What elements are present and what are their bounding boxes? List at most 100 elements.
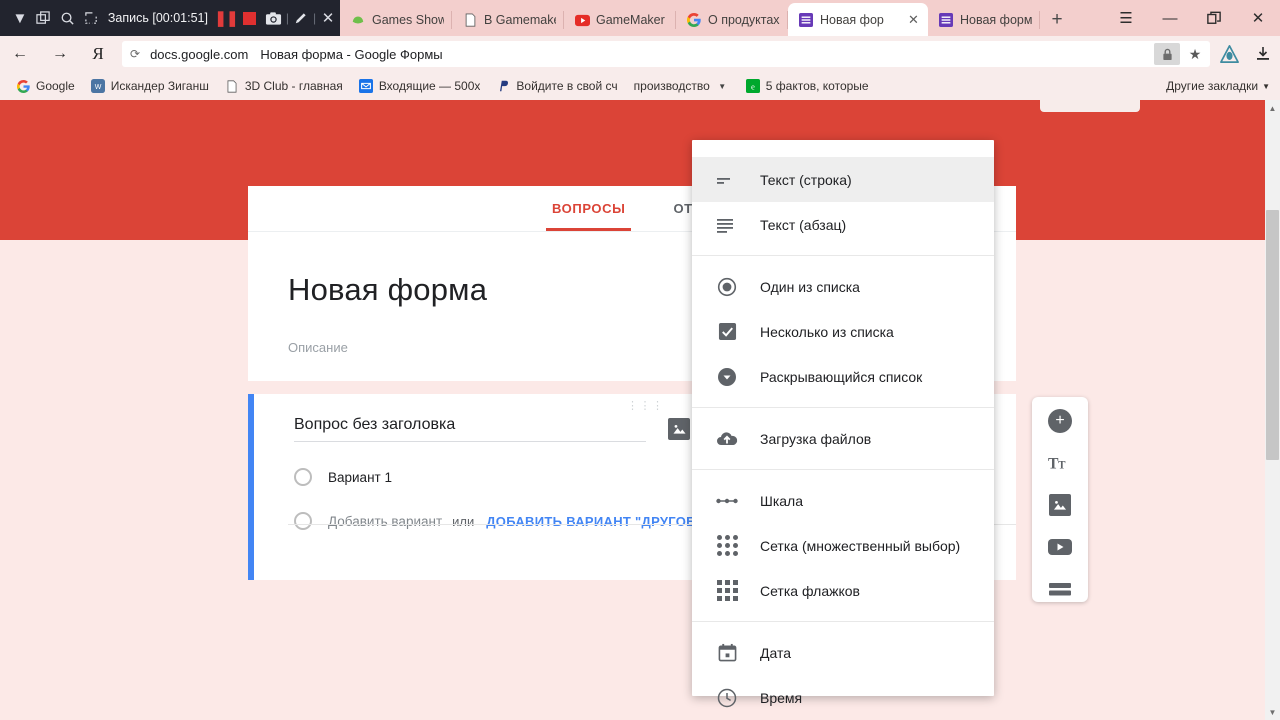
radio-button-icon[interactable]: [294, 512, 312, 530]
window-icon[interactable]: [32, 3, 56, 33]
reload-icon[interactable]: ⟳: [130, 47, 140, 61]
menu-item-date[interactable]: Дата: [692, 630, 994, 675]
menu-item-file-upload[interactable]: Загрузка файлов: [692, 416, 994, 461]
bookmark-item[interactable]: производство ▼: [626, 75, 738, 97]
document-icon: [225, 79, 240, 94]
add-section-button[interactable]: [1047, 577, 1073, 602]
menu-item-paragraph-text[interactable]: Текст (абзац): [692, 202, 994, 247]
close-icon[interactable]: ✕: [316, 3, 340, 33]
bookmark-item[interactable]: e 5 фактов, которые: [738, 75, 877, 97]
scroll-up-arrow-icon[interactable]: ▲: [1265, 100, 1280, 116]
address-bar-actions: ★: [1154, 41, 1210, 67]
bookmark-label: Искандер Зиганш: [111, 79, 209, 93]
bookmark-item[interactable]: 3D Club - главная: [217, 75, 351, 97]
download-icon[interactable]: [1246, 36, 1280, 72]
add-option-input[interactable]: Добавить вариант: [328, 514, 442, 529]
bookmark-item[interactable]: Войдите в свой сч: [488, 75, 625, 97]
linear-scale-icon: [716, 490, 738, 512]
cloud-upload-icon: [716, 428, 738, 450]
vertical-scrollbar[interactable]: ▲ ▼: [1265, 100, 1280, 720]
other-bookmarks-button[interactable]: Другие закладки ▼: [1166, 79, 1280, 93]
minimize-icon[interactable]: ―: [1148, 0, 1192, 36]
radio-grid-icon: [716, 535, 738, 557]
browser-tab[interactable]: Новая форма: [928, 4, 1040, 36]
camera-icon[interactable]: [262, 3, 286, 33]
dropdown-icon: [716, 366, 738, 388]
add-question-button[interactable]: +: [1047, 408, 1073, 433]
menu-item-time[interactable]: Время: [692, 675, 994, 720]
clock-icon: [716, 687, 738, 709]
browser-tab[interactable]: GameMaker S: [564, 4, 676, 36]
browser-tab-label: В Gamemake: [484, 13, 556, 27]
new-tab-button[interactable]: +: [1040, 4, 1074, 36]
menu-item-label: Текст (абзац): [760, 217, 846, 233]
lock-icon[interactable]: [1154, 43, 1180, 65]
menu-group-datetime: Дата Время: [692, 621, 994, 720]
close-window-icon[interactable]: ✕: [1236, 0, 1280, 36]
address-host: docs.google.com: [150, 47, 248, 62]
evernote-icon: e: [746, 79, 761, 94]
browser-tab[interactable]: О продуктах: [676, 4, 788, 36]
send-form-button[interactable]: [1040, 100, 1140, 112]
bookmark-item[interactable]: Входящие — 500х: [351, 75, 489, 97]
menu-item-checkboxes[interactable]: Несколько из списка: [692, 309, 994, 354]
add-image-button[interactable]: [1047, 492, 1073, 517]
menu-group-choice: Один из списка Несколько из списка Раскр…: [692, 255, 994, 407]
menu-item-multiple-choice[interactable]: Один из списка: [692, 264, 994, 309]
chevron-down-icon: ▼: [715, 79, 730, 94]
menu-item-checkbox-grid[interactable]: Сетка флажков: [692, 568, 994, 613]
bookmark-item[interactable]: Google: [8, 75, 83, 97]
browser-toolbar: ← → Я ⟳ docs.google.com Новая форма - Go…: [0, 36, 1280, 72]
menu-item-label: Текст (строка): [760, 172, 852, 188]
forward-button[interactable]: →: [40, 36, 80, 72]
menu-item-short-text[interactable]: Текст (строка): [692, 157, 994, 202]
radio-button-icon: [716, 276, 738, 298]
menu-item-linear-scale[interactable]: Шкала: [692, 478, 994, 523]
tab-strip: ▼ Запись [00:01:51] ❚❚ | | ✕: [0, 0, 1280, 36]
chevron-down-icon[interactable]: ▼: [8, 3, 32, 33]
address-page-title: Новая форма - Google Формы: [260, 47, 442, 62]
restore-icon[interactable]: [1192, 0, 1236, 36]
yandex-logo-icon[interactable]: Я: [80, 36, 116, 72]
magnifier-icon[interactable]: [56, 3, 80, 33]
menu-item-label: Сетка флажков: [760, 583, 860, 599]
stop-icon[interactable]: [238, 3, 262, 33]
pencil-icon[interactable]: [289, 3, 313, 33]
bookmark-star-icon[interactable]: ★: [1180, 41, 1210, 67]
tab-questions[interactable]: ВОПРОСЫ: [528, 186, 649, 231]
bookmark-label: Google: [36, 79, 75, 93]
pocket-icon[interactable]: [1212, 36, 1246, 72]
add-other-option-button[interactable]: ДОБАВИТЬ ВАРИАНТ "ДРУГОЕ": [486, 514, 701, 529]
browser-tab[interactable]: В Gamemake: [452, 4, 564, 36]
scroll-down-arrow-icon[interactable]: ▼: [1265, 704, 1280, 720]
add-video-button[interactable]: [1047, 535, 1073, 560]
browser-tab[interactable]: Games Show: [340, 4, 452, 36]
browser-tab-label: Новая форма: [960, 13, 1032, 27]
browser-tab-label: О продуктах: [708, 13, 780, 27]
menu-item-label: Дата: [760, 645, 791, 661]
bookmarks-bar: Google W Искандер Зиганш 3D Club - главн…: [0, 72, 1280, 100]
calendar-icon: [716, 642, 738, 664]
question-title-input[interactable]: Вопрос без заголовка: [294, 416, 646, 442]
browser-menu-icon[interactable]: ☰: [1104, 0, 1148, 36]
scrollbar-thumb[interactable]: [1266, 210, 1279, 460]
bookmark-label: Входящие — 500х: [379, 79, 481, 93]
back-button[interactable]: ←: [0, 36, 40, 72]
screen: ▼ Запись [00:01:51] ❚❚ | | ✕: [0, 0, 1280, 720]
menu-item-dropdown[interactable]: Раскрывающийся список: [692, 354, 994, 399]
close-tab-icon[interactable]: ✕: [908, 12, 920, 28]
chevron-down-icon: ▼: [1262, 82, 1270, 91]
radio-button-icon[interactable]: [294, 468, 312, 486]
image-icon[interactable]: [668, 418, 690, 440]
region-select-icon[interactable]: [80, 3, 104, 33]
short-text-icon: [716, 169, 738, 191]
menu-item-multiple-choice-grid[interactable]: Сетка (множественный выбор): [692, 523, 994, 568]
bookmark-item[interactable]: W Искандер Зиганш: [83, 75, 217, 97]
address-bar[interactable]: ⟳ docs.google.com Новая форма - Google Ф…: [122, 41, 1210, 67]
add-title-button[interactable]: TT: [1047, 450, 1073, 475]
option-label[interactable]: Вариант 1: [328, 470, 392, 485]
browser-tab-active[interactable]: Новая фор ✕: [788, 3, 928, 36]
pause-icon[interactable]: ❚❚: [214, 3, 238, 33]
menu-item-label: Раскрывающийся список: [760, 369, 922, 385]
menu-item-label: Несколько из списка: [760, 324, 894, 340]
